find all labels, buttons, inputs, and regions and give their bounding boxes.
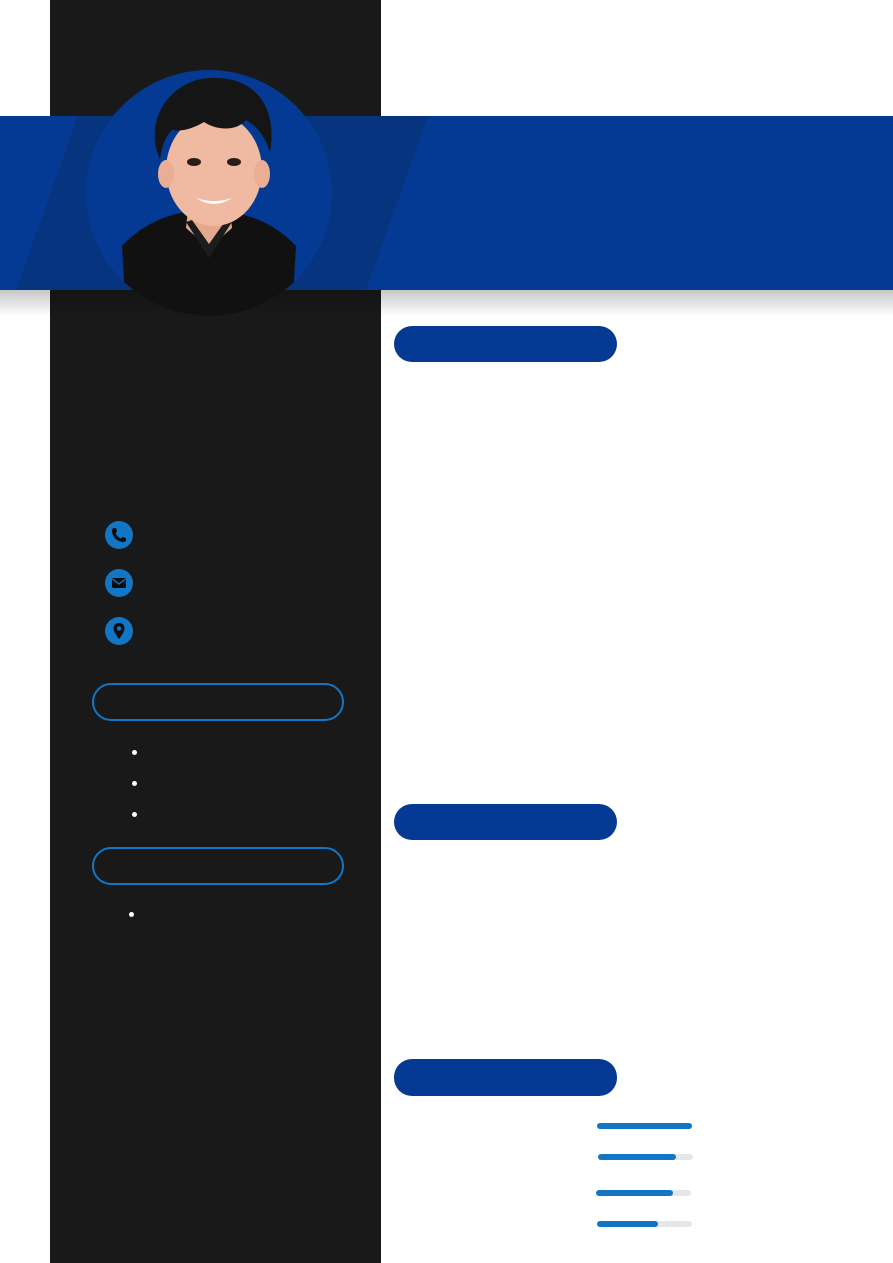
skill-row [394, 1116, 714, 1136]
email-text [148, 569, 368, 597]
profile-photo [86, 70, 332, 316]
main-section-header [394, 1059, 617, 1096]
sidebar-list [127, 906, 143, 937]
skill-row [394, 1147, 714, 1167]
address-text [148, 617, 368, 645]
bullet-icon [129, 912, 134, 917]
skill-bar-fill [598, 1154, 676, 1160]
person-icon [122, 77, 296, 316]
skill-row [394, 1183, 714, 1203]
skill-bar-track [597, 1123, 692, 1129]
skill-bar-fill [597, 1221, 658, 1227]
sidebar-list [130, 744, 146, 837]
main-section-header [394, 326, 617, 362]
bullet-icon [132, 781, 137, 786]
skill-bar-track [598, 1154, 693, 1160]
skill-row [394, 1214, 714, 1234]
location-pin-icon[interactable] [105, 617, 133, 645]
skill-bar-fill [596, 1190, 673, 1196]
sidebar-section-header [92, 847, 344, 885]
skill-bar-fill [597, 1123, 692, 1129]
phone-text [148, 521, 368, 549]
bullet-icon [132, 812, 137, 817]
list-item [127, 906, 143, 937]
list-item [130, 775, 146, 806]
bullet-icon [132, 750, 137, 755]
mail-icon[interactable] [105, 569, 133, 597]
list-item [130, 806, 146, 837]
skill-bar-track [596, 1190, 691, 1196]
main-section-header [394, 804, 617, 840]
skill-bar-track [597, 1221, 692, 1227]
phone-icon[interactable] [105, 521, 133, 549]
sidebar-section-header [92, 683, 344, 721]
list-item [130, 744, 146, 775]
